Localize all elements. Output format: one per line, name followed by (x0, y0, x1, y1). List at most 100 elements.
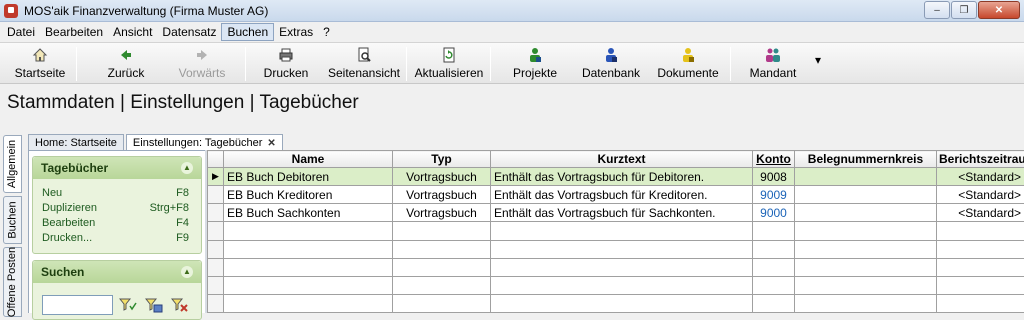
filter-button[interactable] (117, 295, 139, 315)
printer-icon (278, 47, 294, 63)
cell-name[interactable]: EB Buch Sachkonten (224, 204, 393, 222)
cell-typ[interactable]: Vortragsbuch (393, 186, 491, 204)
minimize-button[interactable]: – (924, 1, 950, 19)
collapse-icon[interactable]: ▲ (181, 266, 193, 278)
menu-help[interactable]: ? (318, 24, 335, 40)
cell-belegnummernkreis[interactable] (795, 204, 937, 222)
vtab-offene-posten[interactable]: Offene Posten (3, 247, 22, 317)
table-row[interactable]: ▶ EB Buch Debitoren Vortragsbuch Enthält… (208, 168, 1024, 186)
empty-cell (753, 240, 795, 258)
empty-cell (491, 276, 753, 294)
row-indicator (208, 240, 224, 258)
window-title: MOS'aik Finanzverwaltung (Firma Muster A… (24, 4, 268, 18)
startseite-button[interactable]: Startseite (10, 47, 70, 83)
search-table-button[interactable] (143, 295, 165, 315)
cell-konto[interactable]: 9009 (753, 186, 795, 204)
clear-filter-button[interactable] (169, 295, 191, 315)
panel-tagebuecher: Tagebücher ▲ Neu F8 Duplizieren Strg+F8 … (32, 156, 202, 254)
seitenansicht-button[interactable]: Seitenansicht (326, 47, 402, 83)
menu-bar: Datei Bearbeiten Ansicht Datensatz Buche… (0, 22, 1024, 42)
projekte-button[interactable]: Projekte (504, 47, 566, 83)
arrow-right-icon (194, 47, 210, 63)
cell-berichtszeitraum[interactable]: <Standard> (937, 168, 1024, 186)
vtab-buchen[interactable]: Buchen (3, 196, 22, 244)
cell-kurztext[interactable]: Enthält das Vortragsbuch für Sachkonten. (491, 204, 753, 222)
panel-tagebuecher-header[interactable]: Tagebücher ▲ (33, 157, 201, 179)
row-indicator (208, 222, 224, 240)
menu-buchen[interactable]: Buchen (221, 23, 274, 41)
cell-konto[interactable]: 9008 (753, 168, 795, 186)
datenbank-button[interactable]: Datenbank (578, 47, 644, 83)
search-input[interactable] (42, 295, 113, 315)
zurueck-button[interactable]: Zurück (96, 47, 156, 83)
cell-typ[interactable]: Vortragsbuch (393, 168, 491, 186)
menu-datensatz[interactable]: Datensatz (157, 24, 221, 40)
toolbar-separator (76, 47, 77, 81)
toolbar-overflow-button[interactable]: ▾ (810, 53, 826, 89)
column-header-belegnummernkreis[interactable]: Belegnummernkreis (795, 151, 937, 168)
restore-button[interactable]: ❐ (951, 1, 977, 19)
action-duplizieren[interactable]: Duplizieren Strg+F8 (33, 201, 201, 216)
close-button[interactable]: ✕ (978, 1, 1020, 19)
tab-home-startseite[interactable]: Home: Startseite (28, 134, 124, 151)
column-header-konto[interactable]: Konto (753, 151, 795, 168)
cell-konto[interactable]: 9000 (753, 204, 795, 222)
column-header-kurztext[interactable]: Kurztext (491, 151, 753, 168)
empty-cell (393, 222, 491, 240)
cell-typ[interactable]: Vortragsbuch (393, 204, 491, 222)
column-header-typ[interactable]: Typ (393, 151, 491, 168)
dokumente-label: Dokumente (657, 66, 718, 80)
action-neu[interactable]: Neu F8 (33, 186, 201, 201)
aktualisieren-label: Aktualisieren (415, 66, 484, 80)
menu-ansicht[interactable]: Ansicht (108, 24, 157, 40)
action-drucken[interactable]: Drucken... F9 (33, 231, 201, 246)
mandant-button[interactable]: Mandant (744, 47, 802, 83)
cell-berichtszeitraum[interactable]: <Standard> (937, 186, 1024, 204)
table-row[interactable]: EB Buch Kreditoren Vortragsbuch Enthält … (208, 186, 1024, 204)
column-header-name[interactable]: Name (224, 151, 393, 168)
column-header-berichtszeitraum[interactable]: Berichtszeitraum (937, 151, 1024, 168)
aktualisieren-button[interactable]: Aktualisieren (412, 47, 486, 83)
row-indicator (208, 204, 224, 222)
cell-name[interactable]: EB Buch Debitoren (224, 168, 393, 186)
empty-cell (795, 222, 937, 240)
action-list: Neu F8 Duplizieren Strg+F8 Bearbeiten F4… (33, 179, 201, 253)
page-title: Stammdaten | Einstellungen | Tagebücher (7, 92, 359, 114)
cell-name[interactable]: EB Buch Kreditoren (224, 186, 393, 204)
cell-berichtszeitraum[interactable]: <Standard> (937, 204, 1024, 222)
row-indicator (208, 258, 224, 276)
row-indicator (208, 276, 224, 294)
row-indicator-icon: ▶ (208, 168, 224, 186)
empty-cell (753, 294, 795, 312)
row-indicator (208, 186, 224, 204)
empty-cell (937, 276, 1024, 294)
close-tab-icon[interactable]: ✕ (267, 138, 275, 149)
dokumente-button[interactable]: Dokumente (654, 47, 722, 83)
empty-cell (491, 240, 753, 258)
drucken-button[interactable]: Drucken (258, 47, 314, 83)
cell-kurztext[interactable]: Enthält das Vortragsbuch für Kreditoren. (491, 186, 753, 204)
zurueck-label: Zurück (108, 66, 145, 80)
empty-cell (393, 258, 491, 276)
tab-einstellungen-tagebuecher[interactable]: Einstellungen: Tagebücher ✕ (126, 134, 283, 151)
menu-extras[interactable]: Extras (274, 24, 318, 40)
documents-icon (680, 47, 696, 63)
panel-suchen-header[interactable]: Suchen ▲ (33, 261, 201, 283)
toolbar-separator (730, 47, 731, 81)
menu-datei[interactable]: Datei (2, 24, 40, 40)
vorwaerts-button[interactable]: Vorwärts (170, 47, 234, 83)
vtab-allgemein[interactable]: Allgemein (3, 135, 22, 193)
panel-tagebuecher-title: Tagebücher (41, 161, 108, 175)
table-row-empty (208, 258, 1024, 276)
empty-cell (937, 240, 1024, 258)
menu-bearbeiten[interactable]: Bearbeiten (40, 24, 108, 40)
table-row[interactable]: EB Buch Sachkonten Vortragsbuch Enthält … (208, 204, 1024, 222)
tagebuecher-grid: Name Typ Kurztext Konto Belegnummernkrei… (207, 150, 1024, 313)
cell-belegnummernkreis[interactable] (795, 186, 937, 204)
cell-belegnummernkreis[interactable] (795, 168, 937, 186)
empty-cell (795, 294, 937, 312)
collapse-icon[interactable]: ▲ (181, 162, 193, 174)
cell-kurztext[interactable]: Enthält das Vortragsbuch für Debitoren. (491, 168, 753, 186)
action-bearbeiten[interactable]: Bearbeiten F4 (33, 216, 201, 231)
empty-cell (491, 258, 753, 276)
